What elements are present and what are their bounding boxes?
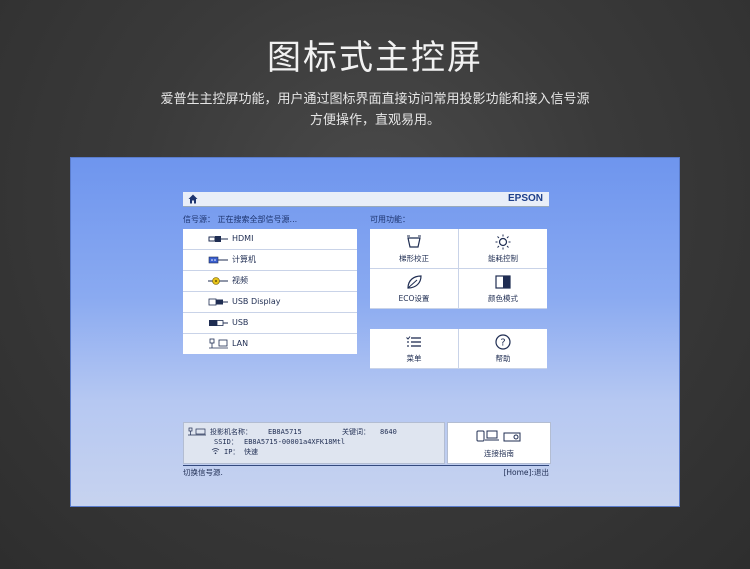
subtitle-line-1: 爱普生主控屏功能，用户通过图标界面直接访问常用投影功能和接入信号源 (160, 92, 590, 107)
ip-label: IP： (224, 448, 240, 456)
home-icon[interactable] (187, 193, 199, 205)
function-label: 能耗控制 (488, 254, 518, 263)
help-icon: ? (495, 334, 511, 350)
color-mode-icon (495, 275, 511, 289)
help-button[interactable]: ? 帮助 (459, 329, 547, 369)
function-label: ECO设置 (398, 294, 430, 303)
function-section-label: 可用功能： (370, 215, 410, 224)
connection-guide-label: 连接指南 (484, 449, 514, 458)
source-list: HDMI 计算机 视频 USB Display USB LAN (183, 229, 357, 354)
keystone-button[interactable]: 梯形校正 (370, 229, 459, 269)
source-label: 视频 (232, 276, 248, 285)
footer-hint: 切换信号源. (183, 468, 223, 477)
brand-logo: EPSON (507, 193, 543, 204)
projector-network-icon (188, 427, 206, 436)
source-item-usb[interactable]: USB (183, 313, 357, 334)
connection-guide-button[interactable]: 连接指南 (447, 422, 551, 464)
keyword-value: 8640 (380, 428, 397, 436)
wifi-icon (211, 448, 220, 455)
projector-info-panel: 投影机名称： EB8A5715 关键词： 8640 SSID： EB8A5715… (183, 422, 445, 464)
usb-icon (209, 320, 228, 326)
page-title: 图标式主控屏 (267, 38, 483, 78)
ip-value: 快速 (244, 448, 258, 456)
source-item-video[interactable]: 视频 (183, 271, 357, 292)
computer-port-icon (208, 256, 228, 264)
source-item-hdmi[interactable]: HDMI (183, 229, 357, 250)
source-label: HDMI (232, 234, 254, 243)
source-section-label: 信号源： 正在搜索全部信号源... (183, 215, 298, 224)
menu-list-icon (406, 336, 421, 347)
menu-button[interactable]: 菜单 (370, 329, 459, 369)
subtitle-line-2: 方便操作，直观易用。 (309, 113, 440, 128)
power-consumption-button[interactable]: 能耗控制 (459, 229, 547, 269)
footer-divider (183, 465, 549, 466)
function-grid: 梯形校正 能耗控制 ECO设置 颜色模式 菜单 ? 帮助 (370, 229, 549, 369)
lan-icon (209, 338, 228, 349)
top-bar: EPSON (183, 192, 549, 207)
keystone-icon (407, 235, 421, 248)
eco-settings-button[interactable]: ECO设置 (370, 269, 459, 309)
footer-exit-hint: [Home]:退出 (503, 468, 549, 477)
hdmi-icon (208, 236, 228, 242)
function-label: 颜色模式 (488, 294, 518, 303)
color-mode-button[interactable]: 颜色模式 (459, 269, 547, 309)
ssid-value: EB8A5715-00001a4XFK18Mtl (244, 438, 346, 446)
svg-text:?: ? (500, 338, 505, 349)
projector-name-label: 投影机名称： (210, 428, 252, 436)
brightness-icon (495, 234, 511, 250)
function-label: 梯形校正 (399, 254, 429, 263)
source-label: USB (232, 318, 249, 327)
function-label: 菜单 (406, 354, 422, 363)
function-label: 帮助 (495, 354, 511, 363)
source-item-usb-display[interactable]: USB Display (183, 292, 357, 313)
source-label: LAN (232, 339, 249, 348)
ssid-label: SSID： (214, 438, 238, 446)
projector-name-value: EB8A5715 (268, 428, 302, 436)
connection-guide-icon (476, 430, 521, 442)
source-item-lan[interactable]: LAN (183, 334, 357, 354)
page-subtitle: 爱普生主控屏功能，用户通过图标界面直接访问常用投影功能和接入信号源 方便操作，直… (0, 89, 750, 131)
source-label: USB Display (232, 297, 281, 306)
eco-leaf-icon (407, 275, 422, 289)
video-port-icon (208, 277, 228, 285)
source-item-computer[interactable]: 计算机 (183, 250, 357, 271)
keyword-label: 关键词： (342, 428, 370, 436)
usb-display-icon (208, 298, 228, 306)
home-screen: EPSON 信号源： 正在搜索全部信号源... 可用功能： HDMI 计算机 视… (70, 157, 680, 507)
source-label: 计算机 (232, 255, 256, 264)
